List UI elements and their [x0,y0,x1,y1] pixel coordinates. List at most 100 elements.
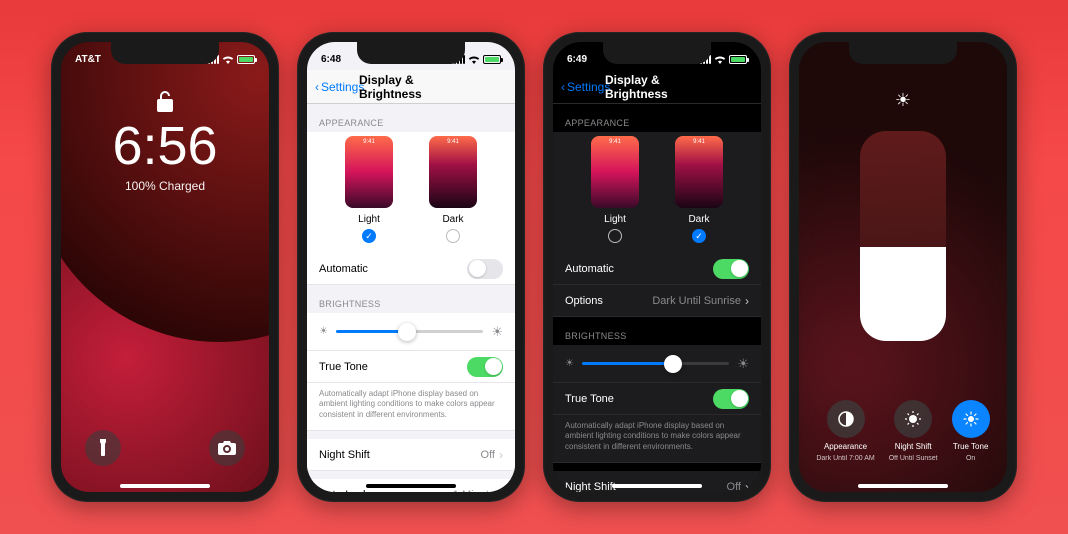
home-indicator[interactable] [612,484,702,488]
sun-icon: ☀ [895,90,911,111]
truetone-button[interactable]: True Tone On [952,400,990,462]
section-brightness: BRIGHTNESS [553,317,761,345]
flashlight-button[interactable] [85,430,121,466]
appearance-dark[interactable]: Dark [675,136,723,243]
nav-bar: ‹ Settings Display & Brightness [307,70,515,104]
nightshift-label: Night Shift [565,481,616,492]
appearance-picker: Light Dark [307,132,515,253]
nightshift-button[interactable]: Night Shift Off Until Sunset [889,400,938,462]
options-value: Dark Until Sunrise [652,295,741,307]
phone-lockscreen: AT&T 6:56 100% Charged [51,32,279,502]
chevron-right-icon: › [499,448,503,462]
options-label: Options [565,295,603,307]
appearance-button[interactable]: Appearance Dark Until 7:00 AM [816,400,874,462]
sun-large-icon: ☀ [491,324,503,340]
appearance-light[interactable]: Light [345,136,393,243]
phone-settings-dark: 6:49 ‹ Settings Display & Brightness APP… [543,32,771,502]
dark-thumb [675,136,723,208]
appearance-sub: Dark Until 7:00 AM [816,455,874,462]
nightshift-label: Night Shift [319,449,370,461]
truetone-label: True Tone [565,393,614,405]
dark-label: Dark [675,214,723,225]
dark-thumb [429,136,477,208]
nav-bar: ‹ Settings Display & Brightness [553,70,761,104]
light-radio[interactable] [608,229,622,243]
brightness-slider[interactable] [582,362,729,365]
appearance-picker: Light Dark [553,132,761,253]
chevron-right-icon: › [745,294,749,308]
section-appearance: APPEARANCE [553,104,761,132]
section-appearance: APPEARANCE [307,104,515,132]
home-indicator[interactable] [366,484,456,488]
battery-icon [483,55,501,64]
light-label: Light [345,214,393,225]
truetone-cell[interactable]: True Tone [553,383,761,415]
phone-control-center: ☀ Appearance Dark Until 7:00 AM [789,32,1017,502]
nightshift-value: Off [481,449,495,461]
nav-title: Display & Brightness [605,73,709,101]
notch [111,42,219,64]
camera-button[interactable] [209,430,245,466]
unlock-icon [61,90,269,117]
lock-charge-status: 100% Charged [61,179,269,193]
light-thumb [591,136,639,208]
automatic-cell[interactable]: Automatic [307,253,515,285]
wifi-icon [222,55,234,64]
lockscreen-wallpaper: AT&T 6:56 100% Charged [61,42,269,492]
brightness-slider-cell: ☀ ☀ [553,345,761,383]
automatic-toggle[interactable] [467,259,503,279]
back-button[interactable]: ‹ Settings [315,80,364,94]
automatic-label: Automatic [565,263,614,275]
light-radio[interactable] [362,229,376,243]
truetone-toggle[interactable] [467,357,503,377]
chevron-left-icon: ‹ [561,80,565,94]
automatic-label: Automatic [319,263,368,275]
home-indicator[interactable] [120,484,210,488]
dark-label: Dark [429,214,477,225]
home-indicator[interactable] [858,484,948,488]
battery-icon [729,55,747,64]
back-label: Settings [321,80,364,94]
nightshift-cell[interactable]: Night Shift Off › [307,439,515,471]
chevron-right-icon: › [499,488,503,492]
truetone-note: Automatically adapt iPhone display based… [553,415,761,463]
dark-radio[interactable] [692,229,706,243]
sun-small-icon: ☀ [565,358,574,369]
autolock-value: 1 Minute [453,489,495,492]
truetone-label: True Tone [319,361,368,373]
appearance-light[interactable]: Light [591,136,639,243]
phone-settings-light: 6:48 ‹ Settings Display & Brightness APP… [297,32,525,502]
brightness-slider[interactable] [336,330,483,333]
light-label: Light [591,214,639,225]
automatic-cell[interactable]: Automatic [553,253,761,285]
nightshift-sub: Off Until Sunset [889,455,938,462]
back-button[interactable]: ‹ Settings [561,80,610,94]
appearance-icon [827,400,865,438]
nightshift-icon [894,400,932,438]
truetone-cell[interactable]: True Tone [307,351,515,383]
brightness-vertical-slider[interactable] [860,131,946,341]
lock-time: 6:56 [61,119,269,173]
truetone-sub: On [966,455,975,462]
control-center-bg: ☀ Appearance Dark Until 7:00 AM [799,42,1007,492]
appearance-dark[interactable]: Dark [429,136,477,243]
chevron-left-icon: ‹ [315,80,319,94]
wifi-icon [468,55,480,64]
section-brightness: BRIGHTNESS [307,285,515,313]
chevron-right-icon: › [745,480,749,492]
light-thumb [345,136,393,208]
notch [357,42,465,64]
truetone-toggle[interactable] [713,389,749,409]
wifi-icon [714,55,726,64]
battery-icon [237,55,255,64]
notch [603,42,711,64]
nightshift-cell[interactable]: Night Shift Off › [553,471,761,492]
nightshift-value: Off [727,481,741,492]
options-cell[interactable]: Options Dark Until Sunrise › [553,285,761,317]
nightshift-label: Night Shift [895,442,932,451]
dark-radio[interactable] [446,229,460,243]
sun-small-icon: ☀ [319,326,328,337]
automatic-toggle[interactable] [713,259,749,279]
truetone-icon [952,400,990,438]
autolock-label: Auto-Lock [319,489,369,492]
